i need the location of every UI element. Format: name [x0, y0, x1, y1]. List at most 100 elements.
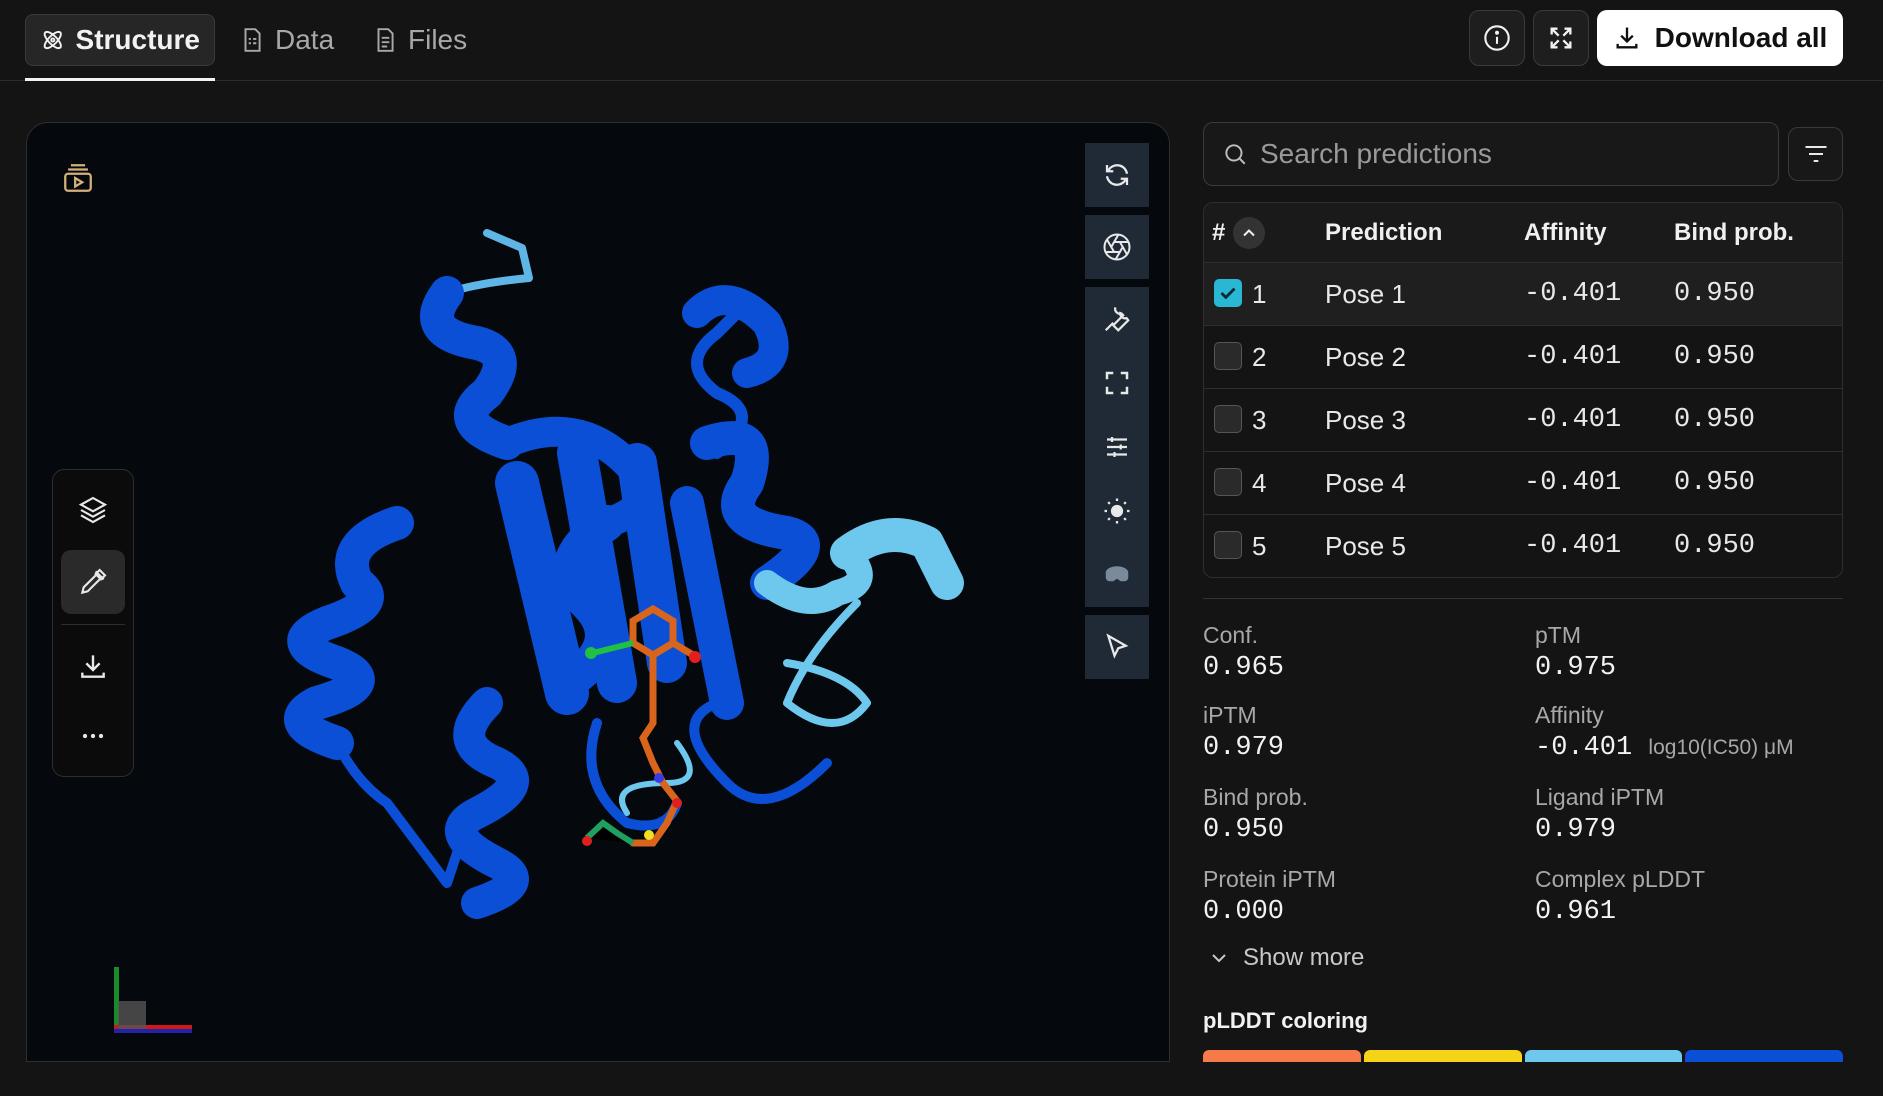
eyedropper-icon: [80, 568, 107, 595]
row-prediction: Pose 5: [1325, 531, 1406, 561]
file-icon: [377, 28, 394, 52]
tab-structure[interactable]: Structure: [25, 14, 215, 66]
row-checkbox[interactable]: [1214, 468, 1242, 496]
layers-icon: [78, 496, 108, 524]
document-icon: [244, 28, 261, 52]
download-icon: [81, 655, 105, 678]
metric-conf: Conf. 0.965: [1203, 622, 1523, 683]
select-mode-button[interactable]: [1085, 615, 1149, 679]
lighting-button[interactable]: [1085, 479, 1149, 543]
chevron-down-icon: [1212, 954, 1226, 963]
row-bind-prob: 0.950: [1674, 405, 1756, 435]
tab-files[interactable]: Files: [358, 14, 481, 66]
table-header: # Prediction Affinity Bind prob.: [1204, 203, 1842, 263]
expand-icon: [1550, 27, 1572, 49]
row-prediction: Pose 3: [1325, 405, 1406, 435]
sort-toggle[interactable]: [1233, 217, 1265, 249]
fullscreen-button[interactable]: [1533, 10, 1589, 66]
plddt-color-legend: [1203, 1050, 1843, 1062]
metric-value: -0.401: [1535, 733, 1633, 763]
row-checkbox[interactable]: [1214, 279, 1242, 307]
row-bind-prob: 0.950: [1674, 531, 1756, 561]
show-more-label: Show more: [1243, 944, 1365, 971]
row-prediction: Pose 2: [1325, 342, 1406, 372]
table-row[interactable]: 5 Pose 5 -0.401 0.950: [1204, 515, 1842, 577]
left-toolbar: [52, 469, 134, 777]
protein-structure-render: [284, 229, 964, 919]
metric-label: Affinity: [1535, 702, 1604, 728]
row-checkbox[interactable]: [1214, 531, 1242, 559]
metric-value-row: -0.401 log10(IC50) μM: [1535, 733, 1855, 763]
row-bind-prob: 0.950: [1674, 468, 1756, 498]
download-all-button[interactable]: Download all: [1597, 10, 1843, 66]
metric-value: 0.979: [1203, 733, 1285, 763]
focus-frame-icon: [1105, 371, 1129, 395]
metric-label: Bind prob.: [1203, 784, 1308, 810]
table-row[interactable]: 2 Pose 2 -0.401 0.950: [1204, 326, 1842, 389]
metric-ptm: pTM 0.975: [1535, 622, 1855, 683]
row-checkbox[interactable]: [1214, 405, 1242, 433]
layers-button[interactable]: [61, 478, 125, 542]
structure-viewer[interactable]: [26, 122, 1170, 1062]
active-tab-indicator: [25, 78, 215, 81]
download-icon: [1616, 27, 1638, 49]
screenshot-button[interactable]: [1085, 215, 1149, 279]
row-index: 1: [1252, 279, 1267, 309]
row-bind-prob: 0.950: [1674, 279, 1756, 309]
table-row[interactable]: 4 Pose 4 -0.401 0.950: [1204, 452, 1842, 515]
metric-label: Conf.: [1203, 622, 1258, 648]
column-header-affinity[interactable]: Affinity: [1524, 219, 1607, 247]
plddt-segment-very-high: [1685, 1050, 1843, 1062]
tab-data[interactable]: Data: [225, 14, 348, 66]
column-header-prediction[interactable]: Prediction: [1325, 219, 1442, 247]
info-button[interactable]: [1469, 10, 1525, 66]
table-row[interactable]: 3 Pose 3 -0.401 0.950: [1204, 389, 1842, 452]
tab-label: Data: [275, 24, 335, 55]
more-horizontal-icon: [82, 733, 104, 739]
row-index: 2: [1252, 342, 1267, 372]
metric-label: Ligand iPTM: [1535, 784, 1665, 810]
metric-bind-prob: Bind prob. 0.950: [1203, 784, 1523, 845]
column-header-bind-prob[interactable]: Bind prob.: [1674, 219, 1794, 247]
row-index: 5: [1252, 531, 1267, 561]
more-options-button[interactable]: [61, 704, 125, 768]
row-checkbox[interactable]: [1214, 342, 1242, 370]
row-index: 3: [1252, 405, 1267, 435]
info-icon: [1484, 25, 1510, 51]
metric-value: 0.950: [1203, 815, 1285, 845]
color-picker-button[interactable]: [61, 550, 125, 614]
metric-unit: log10(IC50) μM: [1648, 736, 1794, 759]
row-index: 4: [1252, 468, 1267, 498]
refresh-icon: [1105, 164, 1129, 186]
search-input[interactable]: [1260, 138, 1760, 170]
metric-value: 0.965: [1203, 653, 1285, 683]
row-affinity: -0.401: [1524, 405, 1622, 435]
tools-button[interactable]: [1085, 287, 1149, 351]
row-bind-prob: 0.950: [1674, 342, 1756, 372]
atom-icon: [43, 30, 62, 50]
top-bar: Structure Data Files Download all: [0, 0, 1883, 81]
metric-value: 0.975: [1535, 653, 1617, 683]
download-all-label: Download all: [1654, 22, 1828, 53]
chevron-up-icon: [1243, 229, 1255, 237]
fit-view-button[interactable]: [1085, 351, 1149, 415]
metric-label: Protein iPTM: [1203, 866, 1336, 892]
plddt-title: pLDDT coloring: [1203, 1008, 1368, 1033]
vr-button[interactable]: [1085, 543, 1149, 607]
playback-icon[interactable]: [61, 161, 95, 195]
reset-view-button[interactable]: [1085, 143, 1149, 207]
metric-ligand-iptm: Ligand iPTM 0.979: [1535, 784, 1855, 845]
download-structure-button[interactable]: [61, 634, 125, 698]
filter-button[interactable]: [1788, 127, 1843, 181]
search-icon: [1225, 144, 1246, 165]
show-more-button[interactable]: Show more: [1203, 944, 1364, 972]
search-box[interactable]: [1203, 122, 1779, 186]
tab-label: Structure: [75, 24, 200, 55]
sun-icon: [1104, 498, 1130, 524]
metric-label: iPTM: [1203, 702, 1257, 728]
row-affinity: -0.401: [1524, 342, 1622, 372]
table-row[interactable]: 1 Pose 1 -0.401 0.950: [1204, 263, 1842, 326]
metric-value: 0.961: [1535, 897, 1617, 927]
settings-button[interactable]: [1085, 415, 1149, 479]
check-icon: [1220, 287, 1236, 300]
